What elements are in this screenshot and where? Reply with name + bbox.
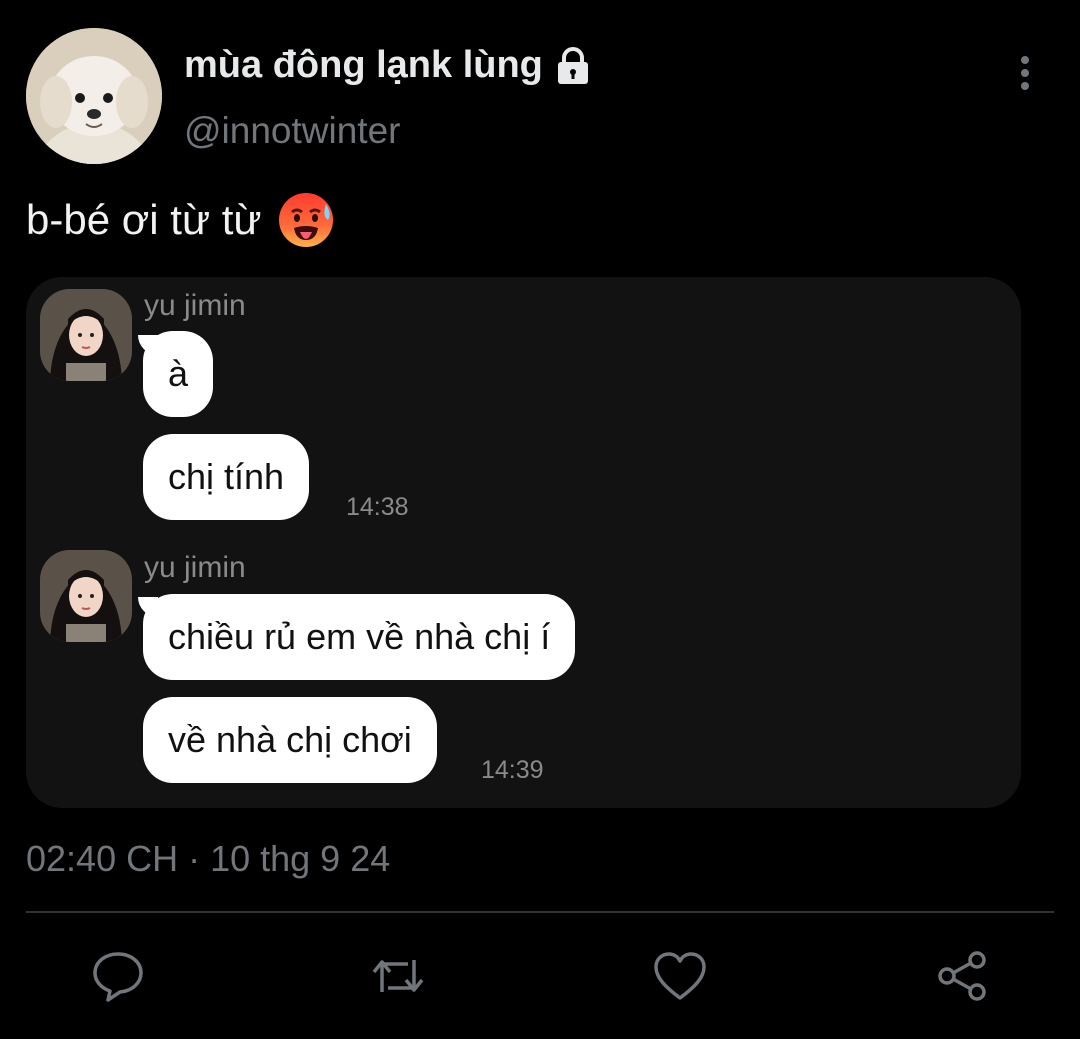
reply-icon[interactable] — [90, 948, 146, 1004]
chat-avatar-image — [40, 550, 132, 642]
tweet-page: mùa đông lạnk lùng @innotwinter b-bé ơi … — [0, 0, 1080, 1039]
chat-avatar-image — [40, 289, 132, 381]
author-name-row[interactable]: mùa đông lạnk lùng — [184, 44, 593, 87]
chat-message-bubble: chiều rủ em về nhà chị í — [143, 594, 576, 680]
dog-avatar-image — [26, 28, 162, 164]
hot-face-emoji-icon — [276, 190, 336, 250]
tweet-body: b-bé ơi từ từ — [26, 196, 262, 243]
heart-icon[interactable] — [652, 948, 708, 1004]
tweet-timestamp[interactable]: 02:40 CH · 10 thg 9 24 — [26, 838, 390, 880]
author-handle[interactable]: @innotwinter — [184, 110, 401, 152]
chat-message-text: à — [168, 353, 189, 394]
tweet-text: b-bé ơi từ từ — [26, 190, 336, 250]
chat-message-bubble: chị tính — [143, 434, 310, 520]
chat-sender-name: yu jimin — [144, 551, 246, 584]
lock-icon — [553, 46, 593, 86]
chat-screenshot-card[interactable]: yu jimin à chị tính 14:38 yu jimin chiều… — [26, 277, 1021, 808]
chat-message-time: 14:38 — [346, 493, 409, 521]
chat-message-text: chị tính — [168, 456, 285, 497]
chat-message-bubble: à — [143, 331, 214, 417]
chat-message-time: 14:39 — [481, 756, 544, 784]
chat-message-text: về nhà chị chơi — [168, 719, 412, 760]
chat-sender-name: yu jimin — [144, 289, 246, 322]
share-icon[interactable] — [935, 948, 991, 1004]
chat-message-bubble: về nhà chị chơi — [143, 697, 437, 783]
retweet-icon[interactable] — [370, 948, 426, 1004]
author-avatar[interactable] — [26, 28, 162, 164]
divider — [26, 911, 1054, 913]
more-vertical-icon[interactable] — [1010, 52, 1040, 96]
author-display-name[interactable]: mùa đông lạnk lùng — [184, 44, 543, 87]
chat-message-text: chiều rủ em về nhà chị í — [168, 616, 551, 657]
